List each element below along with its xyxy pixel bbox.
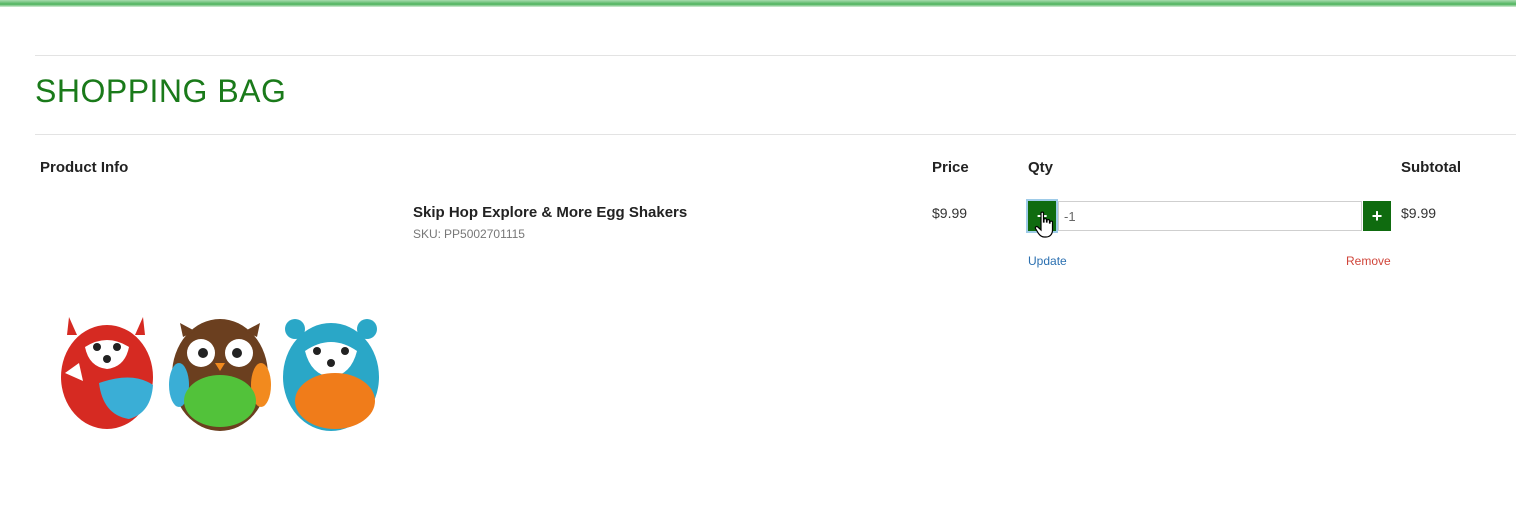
page-title: SHOPPING BAG: [35, 73, 287, 109]
top-accent-bar: [0, 0, 1516, 7]
sku-value: PP5002701115: [444, 227, 525, 241]
item-price: $9.99: [932, 205, 968, 221]
owl-shaker-icon: [169, 319, 271, 431]
qty-increase-button[interactable]: +: [1363, 201, 1391, 231]
header-product-info: Product Info: [40, 159, 129, 176]
divider-top: [35, 55, 1516, 56]
product-sku: SKU: PP5002701115: [413, 227, 525, 241]
fox-shaker-icon: [61, 317, 153, 429]
product-name[interactable]: Skip Hop Explore & More Egg Shakers: [413, 204, 687, 221]
header-qty: Qty: [1028, 159, 1054, 176]
divider-header: [35, 134, 1516, 135]
header-subtotal: Subtotal: [1401, 159, 1461, 176]
header-price: Price: [932, 159, 969, 176]
product-image[interactable]: [55, 305, 390, 435]
hedgehog-shaker-icon: [283, 319, 379, 431]
sku-label: SKU:: [413, 227, 442, 241]
remove-link[interactable]: Remove: [1346, 254, 1391, 268]
update-link[interactable]: Update: [1028, 254, 1067, 268]
hand-cursor-icon: [1034, 211, 1054, 238]
item-subtotal: $9.99: [1401, 205, 1437, 221]
qty-input[interactable]: [1058, 201, 1362, 231]
